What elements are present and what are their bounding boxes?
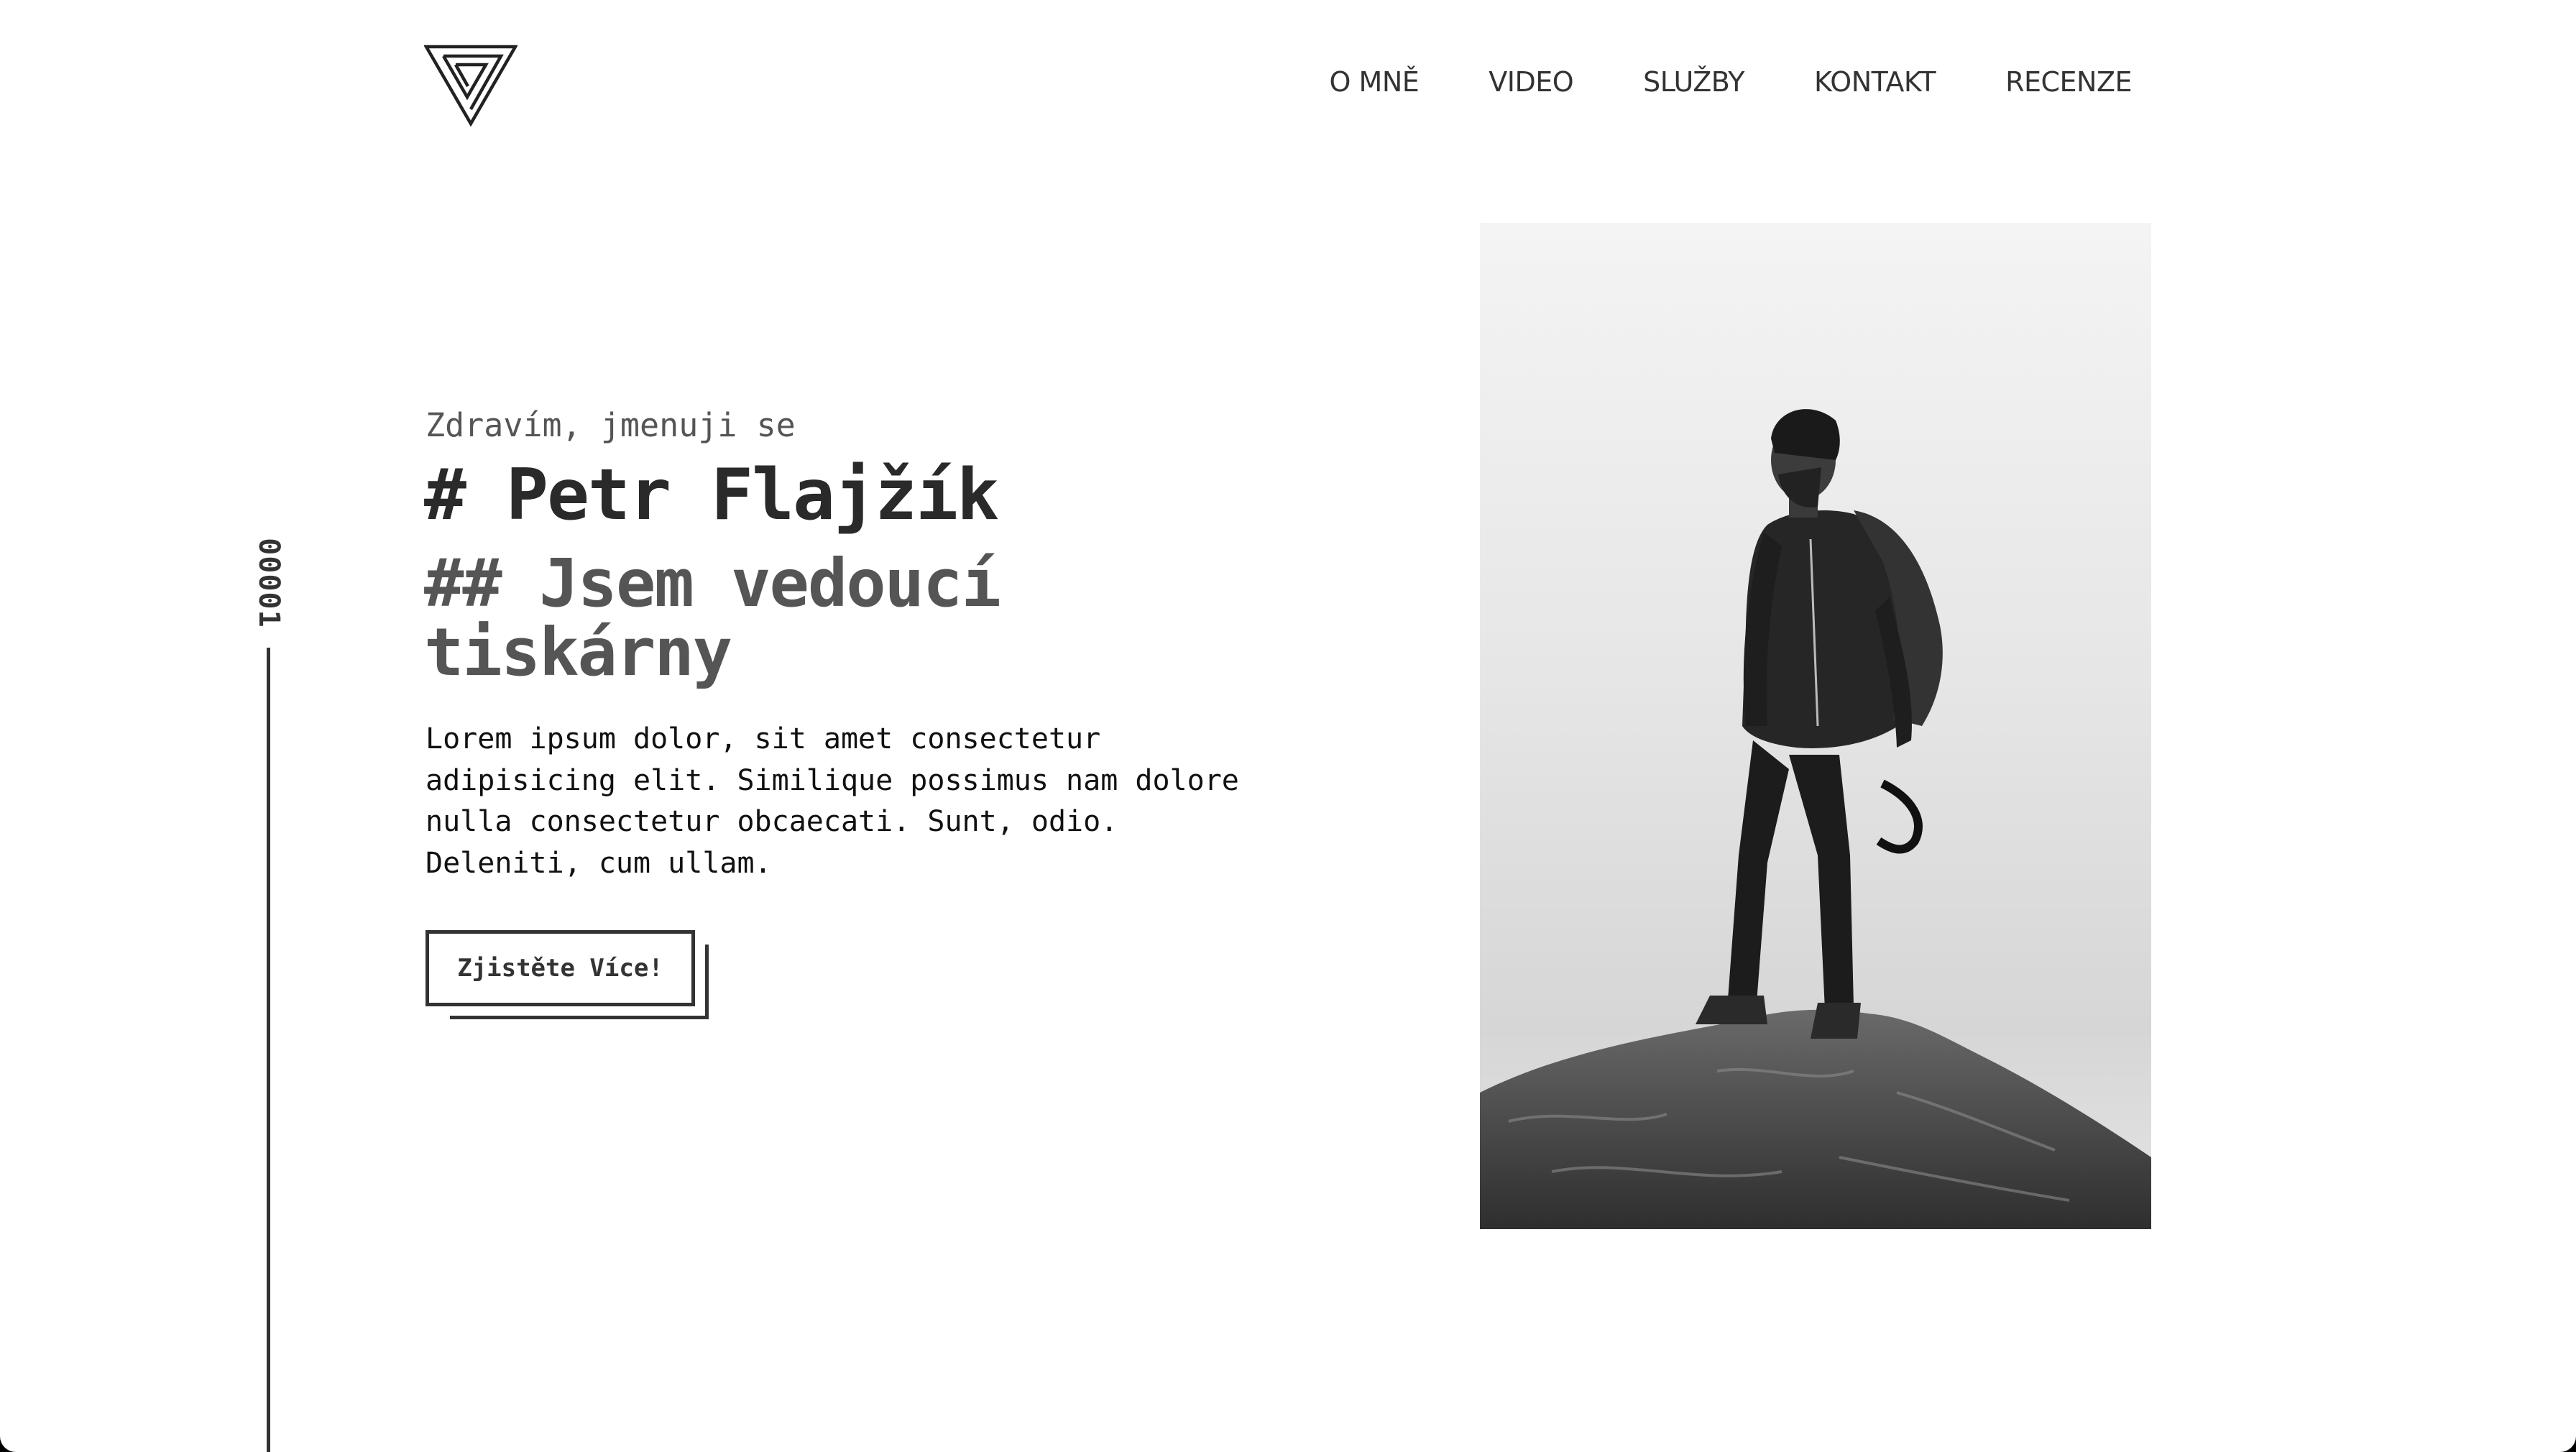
- section-counter-text: 00001: [252, 538, 285, 628]
- logo-icon: [423, 45, 518, 127]
- nav-o-mne[interactable]: O MNĚ: [1330, 66, 1420, 98]
- nav-recenze[interactable]: RECENZE: [2005, 66, 2132, 98]
- role-heading: ## Jsem vedoucí tiskárny: [424, 545, 1001, 691]
- nav-sluzby[interactable]: SLUŽBY: [1643, 66, 1744, 98]
- impossible-triangle-logo[interactable]: [423, 43, 518, 127]
- photo-illustration: [1480, 223, 2151, 1229]
- page: O MNĚ VIDEO SLUŽBY KONTAKT RECENZE 00001…: [0, 0, 2576, 1452]
- learn-more-button[interactable]: Zjistěte Více!: [426, 930, 695, 1006]
- main-nav: O MNĚ VIDEO SLUŽBY KONTAKT RECENZE: [1330, 66, 2133, 98]
- cta-wrapper: Zjistěte Více!: [426, 930, 709, 1019]
- section-counter: 00001: [252, 527, 285, 639]
- nav-kontakt[interactable]: KONTAKT: [1814, 66, 1936, 98]
- name-heading: # Petr Flajžík: [424, 454, 999, 536]
- scroll-line: [267, 648, 270, 1452]
- nav-video[interactable]: VIDEO: [1489, 66, 1573, 98]
- man-on-rock-photo: [1480, 223, 2151, 1229]
- intro-paragraph: Lorem ipsum dolor, sit amet consectetur …: [426, 722, 1239, 880]
- greeting-text: Zdravím, jmenuji se: [426, 406, 796, 444]
